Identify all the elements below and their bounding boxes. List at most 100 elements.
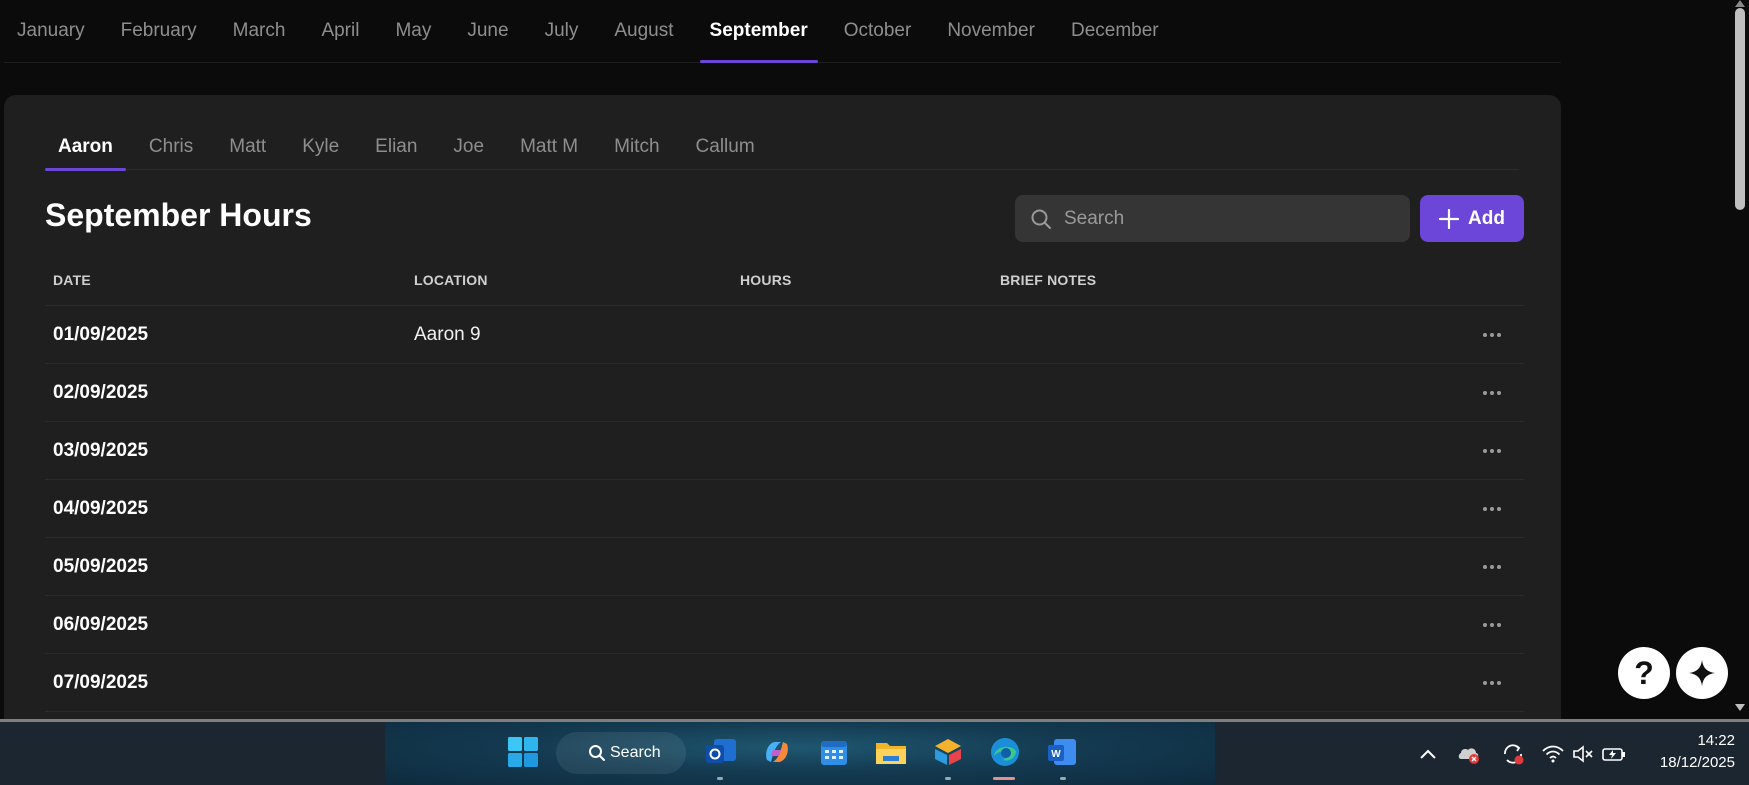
ellipsis-dot	[1490, 332, 1494, 337]
table-row[interactable]: 05/09/2025	[45, 538, 1524, 596]
column-header-notes: BRIEF NOTES	[1000, 272, 1097, 288]
person-tabs: Aaron Chris Matt Kyle Elian Joe Matt M Mitch Cal…	[45, 123, 1519, 171]
row-more-options-icon[interactable]	[1477, 673, 1507, 693]
table-row[interactable]: 01/09/2025 Aaron 9	[45, 306, 1524, 364]
office-app-icon[interactable]	[930, 734, 966, 770]
sync-error-icon[interactable]	[1501, 743, 1525, 765]
word-running-indicator	[1060, 777, 1066, 780]
hours-table: DATE LOCATION HOURS BRIEF NOTES 01/09/20…	[45, 255, 1524, 712]
ellipsis-dot	[1490, 448, 1494, 453]
ellipsis-dot	[1483, 680, 1487, 685]
person-tab-elian[interactable]: Elian	[362, 123, 430, 170]
row-date: 05/09/2025	[53, 555, 149, 577]
ellipsis-dot	[1490, 506, 1494, 511]
row-date: 04/09/2025	[53, 497, 149, 519]
ellipsis-dot	[1490, 564, 1494, 569]
app-viewport: January February March April May June July Augu…	[0, 0, 1749, 719]
help-button-label: ?	[1634, 654, 1654, 691]
person-tab-chris[interactable]: Chris	[136, 123, 206, 170]
month-tab-february[interactable]: February	[103, 0, 215, 62]
month-tab-april[interactable]: April	[303, 0, 377, 62]
svg-text:W: W	[1051, 749, 1061, 760]
ellipsis-dot	[1483, 448, 1487, 453]
taskbar-search-label: Search	[610, 744, 661, 761]
clock-date: 18/12/2025	[1659, 754, 1735, 771]
person-tab-matt[interactable]: Matt	[216, 123, 279, 170]
speaker-muted-icon[interactable]	[1571, 743, 1595, 765]
edge-browser-icon[interactable]	[987, 734, 1023, 770]
person-tab-aaron[interactable]: Aaron	[45, 123, 126, 171]
ellipsis-dot	[1483, 332, 1487, 337]
ellipsis-dot	[1490, 622, 1494, 627]
person-tab-mitch[interactable]: Mitch	[601, 123, 672, 170]
table-header: DATE LOCATION HOURS BRIEF NOTES	[45, 255, 1524, 306]
help-button[interactable]: ?	[1618, 647, 1670, 699]
row-date: 02/09/2025	[53, 381, 149, 403]
wifi-icon[interactable]	[1541, 743, 1565, 765]
show-hidden-icons-chevron-icon[interactable]	[1416, 743, 1440, 765]
outlook-icon[interactable]	[703, 734, 739, 770]
windows-taskbar: Search W 14:22 18/12/2025	[0, 719, 1749, 785]
month-tab-november[interactable]: November	[929, 0, 1053, 62]
column-header-date: DATE	[53, 272, 91, 288]
row-date: 07/09/2025	[53, 671, 149, 693]
copilot-icon[interactable]	[759, 734, 795, 770]
table-row[interactable]: 06/09/2025	[45, 596, 1524, 654]
page-scrollbar[interactable]	[1731, 0, 1749, 719]
row-more-options-icon[interactable]	[1477, 557, 1507, 577]
person-tab-kyle[interactable]: Kyle	[289, 123, 352, 170]
battery-charging-icon[interactable]	[1602, 743, 1626, 765]
scroll-thumb[interactable]	[1735, 8, 1745, 210]
ai-assistant-button[interactable]	[1676, 647, 1728, 699]
table-row[interactable]: 02/09/2025	[45, 364, 1524, 422]
month-tab-july[interactable]: July	[527, 0, 597, 62]
column-header-hours: HOURS	[740, 272, 792, 288]
ellipsis-dot	[1490, 680, 1494, 685]
search-icon	[1031, 209, 1051, 229]
ellipsis-dot	[1497, 448, 1501, 453]
month-tab-december[interactable]: December	[1053, 0, 1177, 62]
file-explorer-icon[interactable]	[873, 734, 909, 770]
ellipsis-dot	[1497, 332, 1501, 337]
search-input[interactable]	[1064, 207, 1384, 230]
ellipsis-dot	[1483, 390, 1487, 395]
month-tab-august[interactable]: August	[596, 0, 691, 62]
row-location: Aaron 9	[414, 323, 481, 345]
word-icon[interactable]: W	[1044, 734, 1080, 770]
taskbar-clock[interactable]: 14:22 18/12/2025	[1640, 730, 1735, 774]
person-tab-joe[interactable]: Joe	[440, 123, 497, 170]
scroll-up-arrow-icon[interactable]	[1735, 0, 1745, 7]
month-tab-october[interactable]: October	[826, 0, 930, 62]
month-tabs: January February March April May June July Augu…	[4, 0, 1561, 63]
ellipsis-dot	[1497, 564, 1501, 569]
month-tab-may[interactable]: May	[377, 0, 449, 62]
month-tab-march[interactable]: March	[215, 0, 304, 62]
month-tab-september[interactable]: September	[692, 0, 826, 63]
calendar-icon[interactable]	[816, 734, 852, 770]
ellipsis-dot	[1490, 390, 1494, 395]
person-tab-matt-m[interactable]: Matt M	[507, 123, 591, 170]
ellipsis-dot	[1497, 506, 1501, 511]
search-box[interactable]	[1015, 195, 1410, 242]
month-tab-january[interactable]: January	[4, 0, 103, 62]
onedrive-error-icon[interactable]	[1457, 743, 1481, 765]
start-icon[interactable]	[505, 734, 541, 770]
page-title: September Hours	[45, 197, 312, 233]
add-button[interactable]: Add	[1420, 195, 1524, 242]
row-more-options-icon[interactable]	[1477, 615, 1507, 635]
row-more-options-icon[interactable]	[1477, 383, 1507, 403]
edge-active-indicator	[993, 777, 1015, 780]
taskbar-search[interactable]: Search	[556, 732, 686, 774]
row-more-options-icon[interactable]	[1477, 441, 1507, 461]
row-more-options-icon[interactable]	[1477, 325, 1507, 345]
row-more-options-icon[interactable]	[1477, 499, 1507, 519]
ellipsis-dot	[1497, 390, 1501, 395]
month-tab-june[interactable]: June	[449, 0, 526, 62]
table-row[interactable]: 03/09/2025	[45, 422, 1524, 480]
scroll-down-arrow-icon[interactable]	[1735, 704, 1745, 711]
table-row[interactable]: 07/09/2025	[45, 654, 1524, 712]
row-date: 03/09/2025	[53, 439, 149, 461]
person-tab-callum[interactable]: Callum	[683, 123, 768, 170]
outlook-running-indicator	[717, 777, 723, 780]
table-row[interactable]: 04/09/2025	[45, 480, 1524, 538]
